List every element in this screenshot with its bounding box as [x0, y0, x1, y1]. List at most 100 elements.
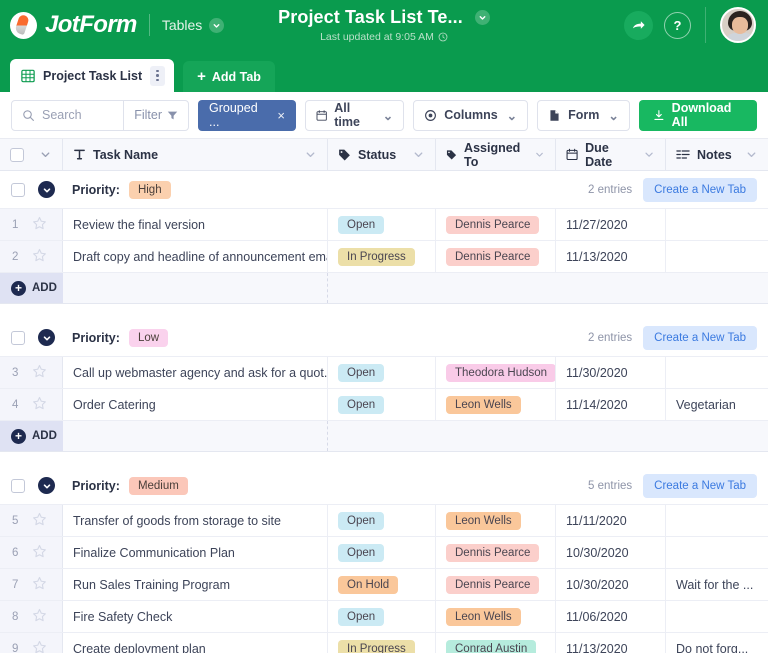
filter-button[interactable]: Filter: [123, 100, 188, 130]
cell-task-name[interactable]: Order Catering: [63, 389, 328, 420]
cell-task-name[interactable]: Draft copy and headline of announcement …: [63, 241, 328, 272]
group-select-checkbox[interactable]: [11, 478, 25, 493]
group-collapse-icon[interactable]: [38, 181, 55, 198]
favorite-star-button[interactable]: [32, 364, 47, 382]
cell-notes[interactable]: Vegetarian: [666, 389, 768, 420]
column-header-task-name[interactable]: Task Name: [63, 139, 328, 170]
favorite-star-button[interactable]: [32, 396, 47, 414]
cell-notes[interactable]: [666, 357, 768, 388]
column-header-due-date[interactable]: Due Date: [556, 139, 666, 170]
row-select-cell[interactable]: 3: [0, 357, 63, 388]
download-all-button[interactable]: Download All: [638, 99, 757, 131]
cell-assigned-to[interactable]: Dennis Pearce: [436, 209, 556, 240]
share-button[interactable]: [624, 10, 653, 40]
cell-assigned-to[interactable]: Leon Wells: [436, 601, 556, 632]
cell-task-name[interactable]: Fire Safety Check: [63, 601, 328, 632]
favorite-star-button[interactable]: [32, 512, 47, 530]
search-input[interactable]: Search: [12, 101, 123, 130]
tab-options-icon[interactable]: [150, 65, 166, 86]
cell-due-date[interactable]: 10/30/2020: [556, 537, 666, 568]
cell-status[interactable]: Open: [328, 389, 436, 420]
cell-task-name[interactable]: Run Sales Training Program: [63, 569, 328, 600]
cell-status[interactable]: Open: [328, 209, 436, 240]
cell-task-name[interactable]: Review the final version: [63, 209, 328, 240]
favorite-star-button[interactable]: [32, 608, 47, 626]
cell-assigned-to[interactable]: Theodora Hudson: [436, 357, 556, 388]
group-header-row[interactable]: Priority: High 2 entries Create a New Tab: [0, 171, 768, 209]
group-collapse-icon[interactable]: [38, 477, 55, 494]
add-record-button[interactable]: + ADD: [0, 273, 63, 303]
cell-status[interactable]: Open: [328, 537, 436, 568]
create-new-tab-button[interactable]: Create a New Tab: [643, 325, 757, 350]
cell-task-name[interactable]: Transfer of goods from storage to site: [63, 505, 328, 536]
table-row[interactable]: 2 Draft copy and headline of announcement…: [0, 241, 768, 273]
cell-due-date[interactable]: 11/11/2020: [556, 505, 666, 536]
chevron-down-icon[interactable]: [209, 17, 225, 33]
cell-status[interactable]: In Progress: [328, 633, 436, 653]
cell-notes[interactable]: [666, 209, 768, 240]
help-button[interactable]: ?: [664, 11, 691, 39]
create-new-tab-button[interactable]: Create a New Tab: [643, 177, 757, 202]
cell-assigned-to[interactable]: Leon Wells: [436, 505, 556, 536]
cell-due-date[interactable]: 11/06/2020: [556, 601, 666, 632]
table-row[interactable]: 7 Run Sales Training Program On Hold Dennis…: [0, 569, 768, 601]
add-tab-button[interactable]: + Add Tab: [183, 61, 275, 92]
row-select-cell[interactable]: 6: [0, 537, 63, 568]
cell-task-name[interactable]: Call up webmaster agency and ask for a q…: [63, 357, 328, 388]
add-row[interactable]: + ADD: [0, 273, 768, 304]
columns-button[interactable]: Columns ⌄: [413, 99, 529, 131]
cell-due-date[interactable]: 11/13/2020: [556, 241, 666, 272]
row-select-cell[interactable]: 5: [0, 505, 63, 536]
favorite-star-button[interactable]: [32, 248, 47, 266]
column-header-assigned-to[interactable]: Assigned To: [436, 139, 556, 170]
brand[interactable]: JotForm: [0, 11, 137, 39]
cell-status[interactable]: Open: [328, 357, 436, 388]
row-select-cell[interactable]: 9: [0, 633, 63, 653]
tab-project-task-list[interactable]: Project Task List: [10, 59, 175, 92]
cell-status[interactable]: Open: [328, 505, 436, 536]
group-collapse-icon[interactable]: [38, 329, 55, 346]
cell-assigned-to[interactable]: Dennis Pearce: [436, 537, 556, 568]
favorite-star-button[interactable]: [32, 640, 47, 653]
cell-assigned-to[interactable]: Dennis Pearce: [436, 241, 556, 272]
table-row[interactable]: 5 Transfer of goods from storage to site O…: [0, 505, 768, 537]
cell-status[interactable]: In Progress: [328, 241, 436, 272]
close-icon[interactable]: ×: [277, 108, 285, 123]
favorite-star-button[interactable]: [32, 216, 47, 234]
cell-assigned-to[interactable]: Dennis Pearce: [436, 569, 556, 600]
cell-notes[interactable]: [666, 505, 768, 536]
group-header-row[interactable]: Priority: Low 2 entries Create a New Tab: [0, 319, 768, 357]
cell-due-date[interactable]: 11/30/2020: [556, 357, 666, 388]
cell-notes[interactable]: [666, 241, 768, 272]
column-header-notes[interactable]: Notes: [666, 139, 768, 170]
row-select-cell[interactable]: 8: [0, 601, 63, 632]
cell-notes[interactable]: [666, 601, 768, 632]
cell-assigned-to[interactable]: Leon Wells: [436, 389, 556, 420]
favorite-star-button[interactable]: [32, 544, 47, 562]
cell-due-date[interactable]: 10/30/2020: [556, 569, 666, 600]
row-select-cell[interactable]: 7: [0, 569, 63, 600]
cell-task-name[interactable]: Create deployment plan: [63, 633, 328, 653]
cell-task-name[interactable]: Finalize Communication Plan: [63, 537, 328, 568]
table-row[interactable]: 9 Create deployment plan In Progress Conrad…: [0, 633, 768, 653]
form-button[interactable]: Form ⌄: [537, 99, 630, 131]
cell-due-date[interactable]: 11/13/2020: [556, 633, 666, 653]
grouped-chip[interactable]: Grouped ... ×: [198, 99, 296, 131]
cell-due-date[interactable]: 11/27/2020: [556, 209, 666, 240]
date-range-button[interactable]: All time ⌄: [304, 99, 405, 131]
group-select-checkbox[interactable]: [11, 330, 25, 345]
row-select-cell[interactable]: 2: [0, 241, 63, 272]
avatar[interactable]: [720, 7, 756, 43]
table-row[interactable]: 6 Finalize Communication Plan Open Dennis P…: [0, 537, 768, 569]
row-select-cell[interactable]: 4: [0, 389, 63, 420]
cell-assigned-to[interactable]: Conrad Austin: [436, 633, 556, 653]
create-new-tab-button[interactable]: Create a New Tab: [643, 473, 757, 498]
cell-status[interactable]: On Hold: [328, 569, 436, 600]
table-row[interactable]: 1 Review the final version Open Dennis Pear…: [0, 209, 768, 241]
group-header-row[interactable]: Priority: Medium 5 entries Create a New Tab: [0, 467, 768, 505]
cell-status[interactable]: Open: [328, 601, 436, 632]
cell-notes[interactable]: Wait for the ...: [666, 569, 768, 600]
select-all-checkbox[interactable]: [10, 147, 24, 162]
add-record-button[interactable]: + ADD: [0, 421, 63, 451]
add-row[interactable]: + ADD: [0, 421, 768, 452]
